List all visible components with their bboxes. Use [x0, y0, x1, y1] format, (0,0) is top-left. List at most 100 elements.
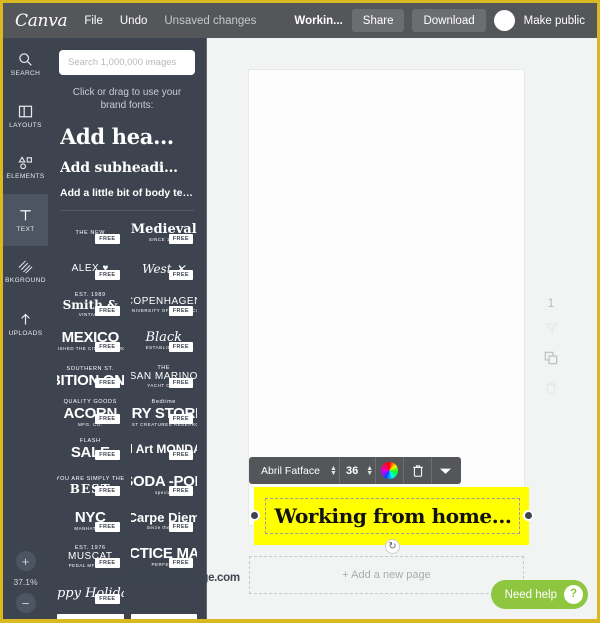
add-new-page-button[interactable]: + Add a new page	[249, 556, 524, 594]
canvas-area[interactable]: 1 Abril Fatface ▲ ▼ 36 ▲ ▼ Working from …	[206, 38, 597, 619]
need-help-label: Need help	[504, 588, 557, 601]
canva-logo[interactable]: Canva	[15, 11, 68, 31]
font-size-value[interactable]: 36	[340, 465, 364, 477]
text-content[interactable]: Working from home...	[267, 499, 519, 533]
menu-undo[interactable]: Undo	[120, 15, 148, 27]
font-template-card[interactable]: YOU ARE SIMPLY THE BEST FREE	[57, 470, 124, 500]
font-template-card[interactable]: PRACTICE MAKESPERFECTFREE	[131, 542, 197, 572]
free-badge: FREE	[95, 342, 120, 352]
need-help-button[interactable]: Need help ?	[490, 580, 588, 609]
unsaved-changes-status: Unsaved changes	[164, 14, 257, 27]
font-template-card[interactable]: NYC MANHATTAN FREE	[57, 506, 124, 536]
font-template-card[interactable]: EST. 1989 Smith & VINTAGE FREE	[57, 290, 124, 320]
free-badge: FREE	[95, 450, 120, 460]
page-number: 1	[547, 296, 555, 310]
make-public-toggle[interactable]	[493, 10, 515, 31]
resize-handle-left[interactable]	[249, 510, 260, 521]
font-template-card[interactable]: FLASH SALE FREE	[57, 434, 124, 464]
free-badge: FREE	[95, 378, 120, 388]
font-template-card[interactable]: ALEX ♥ FREE	[57, 254, 124, 284]
font-family-stepper[interactable]: ▲ ▼	[328, 465, 339, 477]
sidebar-item-text[interactable]: TEXT	[3, 194, 48, 246]
font-template-card[interactable]: THE NEW FREE	[57, 218, 124, 248]
font-template-card[interactable]: Carpe Diem Seize the day FREE	[131, 506, 197, 536]
font-template-card[interactable]: Nail Art MONDAYSFREE	[131, 434, 197, 464]
layouts-icon	[18, 104, 33, 119]
font-template-card[interactable]: SODA -POPspecialFREE	[131, 470, 197, 500]
font-template-card[interactable]: COPENHAGENUNIVERSITY OF ATHLETICSFREE	[131, 290, 198, 320]
document-title[interactable]: Workin...	[294, 15, 342, 27]
question-mark-icon: ?	[564, 585, 583, 604]
sidebar-label-text: TEXT	[16, 225, 35, 233]
font-template-card[interactable]: ELEVATE27 MOUNTAIN AVENUE · CANADAFREE	[57, 614, 124, 619]
add-body-text-sample[interactable]: Add a little bit of body te…	[60, 187, 194, 199]
resize-handle-right[interactable]	[523, 510, 534, 521]
chevron-down-icon[interactable]	[432, 457, 459, 484]
font-template-card[interactable]	[131, 578, 198, 608]
zoom-in-button[interactable]: +	[15, 551, 36, 571]
font-family-stepper-down[interactable]: ▼	[330, 470, 337, 477]
rotate-handle[interactable]: ↻	[385, 539, 400, 554]
font-template-card[interactable]: Medieval SINCE 1011 FREE	[131, 218, 198, 248]
sidebar-item-layouts[interactable]: LAYOUTS	[3, 90, 48, 142]
free-badge: FREE	[168, 450, 193, 460]
sidebar-item-background[interactable]: BKGROUND	[3, 246, 48, 298]
sidebar-label-uploads: UPLOADS	[8, 329, 43, 337]
menu-file[interactable]: File	[84, 15, 103, 27]
sidebar-item-elements[interactable]: ELEMENTS	[3, 142, 48, 194]
canva-editor-window: Canva File Undo Unsaved changes Workin..…	[3, 3, 597, 619]
panel-divider	[60, 210, 194, 211]
font-template-card[interactable]: EST. 1976 MUSCAT PEDAL MFG. CO. FREE	[57, 542, 124, 572]
app-root: Canva File Undo Unsaved changes Workin..…	[0, 0, 600, 623]
search-icon	[18, 52, 33, 67]
sidebar-item-uploads[interactable]: UPLOADS	[3, 298, 48, 350]
free-badge: FREE	[168, 378, 193, 388]
brand-fonts-note: Click or drag to use your brand fonts:	[72, 87, 182, 111]
uploads-icon	[18, 312, 33, 327]
panel-search-box[interactable]	[59, 50, 195, 75]
color-wheel-swatch	[381, 462, 399, 479]
selected-text-element[interactable]: Working from home... ↻	[249, 487, 534, 554]
sidebar-item-search[interactable]: SEARCH	[3, 38, 48, 90]
search-input[interactable]	[68, 57, 186, 68]
sidebar-label-elements: ELEMENTS	[6, 173, 45, 180]
share-button[interactable]: Share	[351, 9, 405, 32]
font-card-main-text: COPENHAGEN	[131, 295, 198, 307]
font-family-selector[interactable]: Abril Fatface	[251, 465, 328, 477]
font-size-stepper[interactable]: ▲ ▼	[364, 465, 375, 477]
top-bar-right-group: Workin... Share Download Make public	[294, 3, 597, 38]
free-badge: FREE	[95, 522, 120, 532]
page-tool-strip: 1	[537, 296, 565, 410]
free-badge: FREE	[168, 486, 193, 496]
download-button[interactable]: Download	[412, 9, 486, 32]
add-subheading-sample[interactable]: Add subheadi…	[60, 160, 194, 176]
zoom-out-button[interactable]: −	[15, 593, 36, 613]
free-badge: FREE	[95, 486, 120, 496]
left-rail: SEARCH LAYOUTS ELEMENTS TEXT BKGROUND UP…	[3, 38, 48, 619]
free-badge: FREE	[95, 558, 120, 568]
font-template-card[interactable]: QUALITY GOODS ACORN MFG. CO. FREE	[57, 398, 124, 428]
background-icon	[18, 260, 33, 274]
free-badge: FREE	[95, 270, 120, 280]
free-badge: FREE	[168, 234, 193, 244]
elements-icon	[17, 156, 34, 170]
duplicate-icon[interactable]	[544, 351, 558, 365]
add-heading-sample[interactable]: Add hea…	[60, 124, 194, 149]
font-size-stepper-down[interactable]: ▼	[366, 470, 373, 477]
font-template-card[interactable]: BedtimeFAIRY STORIESFOREST CREATURES RES…	[131, 398, 198, 428]
font-template-card[interactable]: MEXICOESTABLISHED THE CITY OF TOMORROWFR…	[57, 326, 124, 356]
color-wheel-icon[interactable]	[376, 457, 403, 484]
font-template-card[interactable]: THE SAN MARINO YACHT CLUB FREE	[131, 362, 197, 392]
free-badge: FREE	[168, 270, 193, 280]
font-template-card[interactable]: Happy HolidaysFREE	[57, 578, 124, 608]
filter-icon[interactable]	[544, 322, 558, 335]
make-public-label[interactable]: Make public	[524, 15, 585, 27]
free-badge: FREE	[168, 522, 193, 532]
font-template-card[interactable]: Black ESTABLISHED FREE	[131, 326, 198, 356]
font-template-card[interactable]: SINCE2009WE BUILD BETTERFREE	[130, 614, 197, 619]
trash-icon[interactable]	[545, 381, 557, 394]
zoom-controls: + 37.1% −	[3, 551, 48, 613]
font-template-card[interactable]: West ✕ FREE	[131, 254, 198, 284]
font-template-card[interactable]: SOUTHERN ST.EXHIBITION ON NOWFREE	[57, 362, 124, 392]
delete-text-icon[interactable]	[404, 457, 431, 484]
